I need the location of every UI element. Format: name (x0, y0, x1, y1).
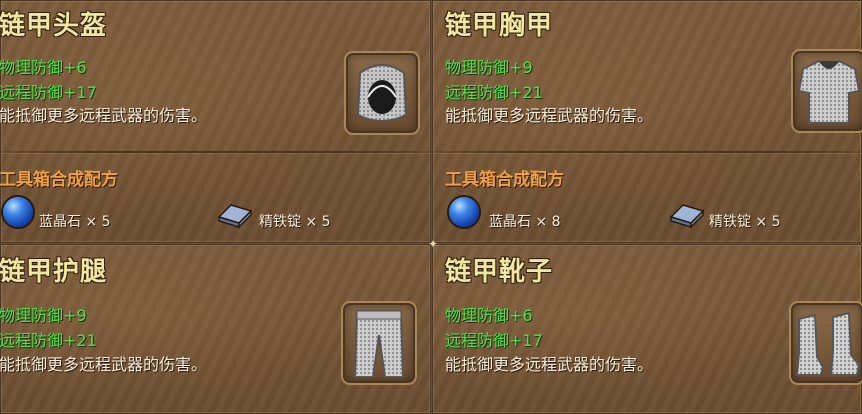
item-icon-slot[interactable] (344, 51, 420, 135)
item-card-chainmail-helmet: 链甲头盔 物理防御+6 远程防御+17 能抵御更多远程武器的伤害。 工具箱合成配… (0, 0, 432, 243)
stat-ranged-defense: 远程防御+17 (445, 331, 543, 350)
material-label: 蓝晶石 × 5 (39, 214, 111, 230)
chainmail-leggings-icon (353, 310, 405, 378)
blue-gem-icon (3, 197, 33, 227)
recipe-title: 工具箱合成配方 (0, 170, 118, 190)
divider (433, 151, 862, 153)
item-card-chainmail-leggings: 链甲护腿 物理防御+9 远程防御+21 能抵御更多远程武器的伤害。 (0, 244, 431, 414)
item-description: 能抵御更多远程武器的伤害。 (0, 355, 208, 374)
stat-physical-defense: 物理防御+9 (445, 58, 533, 77)
material-label: 精铁锭 × 5 (259, 214, 331, 230)
stat-physical-defense: 物理防御+9 (0, 306, 87, 325)
stat-ranged-defense: 远程防御+21 (445, 83, 543, 102)
item-card-chainmail-boots: 链甲靴子 物理防御+6 远程防御+17 能抵御更多远程武器的伤害。 (432, 244, 862, 414)
chainmail-helmet-icon (356, 64, 408, 122)
item-icon-slot[interactable] (789, 301, 862, 385)
chainmail-boots-icon (795, 311, 861, 376)
divider (1, 151, 432, 153)
item-title: 链甲护腿 (0, 257, 108, 287)
item-icon-slot[interactable] (341, 301, 417, 385)
item-card-chainmail-chestplate: 链甲胸甲 物理防御+9 远程防御+21 能抵御更多远程武器的伤害。 工具箱合成配… (432, 0, 862, 243)
stat-ranged-defense: 远程防御+17 (0, 83, 97, 102)
divider-ornament-icon: ✦ (427, 237, 439, 251)
item-title: 链甲头盔 (0, 11, 108, 41)
blue-gem-icon (449, 197, 479, 227)
item-icon-slot[interactable] (791, 49, 862, 133)
material-label: 精铁锭 × 5 (709, 214, 781, 230)
material-label: 蓝晶石 × 8 (489, 214, 561, 230)
stat-physical-defense: 物理防御+6 (0, 58, 87, 77)
item-description: 能抵御更多远程武器的伤害。 (445, 355, 654, 374)
iron-ingot-icon (669, 204, 705, 229)
item-description: 能抵御更多远程武器的伤害。 (0, 106, 208, 125)
iron-ingot-icon (217, 204, 253, 229)
stat-physical-defense: 物理防御+6 (445, 306, 533, 325)
item-description: 能抵御更多远程武器的伤害。 (445, 106, 654, 125)
item-title: 链甲靴子 (445, 257, 554, 287)
item-title: 链甲胸甲 (445, 11, 554, 41)
stat-ranged-defense: 远程防御+21 (0, 331, 97, 350)
chainmail-chestplate-icon (797, 59, 861, 124)
recipe-title: 工具箱合成配方 (445, 170, 564, 190)
